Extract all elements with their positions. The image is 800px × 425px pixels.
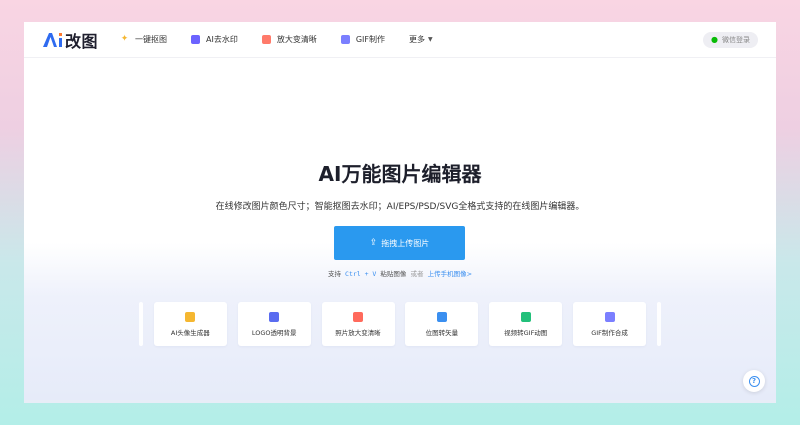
hint-shortcut: Ctrl + V xyxy=(345,270,377,278)
hint-prefix: 支持 xyxy=(327,270,341,278)
logo-text: 改图 xyxy=(65,31,99,51)
tool-card-vector[interactable]: 位图转矢量 xyxy=(405,302,479,346)
magic-star-icon: ✦ xyxy=(120,34,129,44)
upload-phone-link[interactable]: 上传手机图像> xyxy=(428,270,472,278)
nav-item-label: 放大变清晰 xyxy=(276,35,317,44)
gif-make-icon xyxy=(604,311,615,322)
tool-label: 照片放大变清晰 xyxy=(335,328,381,337)
nav-item-cutout[interactable]: ✦ 一键抠图 xyxy=(120,34,167,45)
tool-card-gif-make[interactable]: GIF制作合成 xyxy=(573,302,647,346)
tool-cards: AI头像生成器 LOGO透明背景 照片放大变清晰 位图转矢量 视频转GIF动图 … xyxy=(139,302,661,346)
tool-card-logo-transparent[interactable]: LOGO透明背景 xyxy=(237,302,311,346)
nav-item-label: 一键抠图 xyxy=(135,35,168,44)
login-label: 微信登录 xyxy=(722,35,750,44)
wechat-login-button[interactable]: ● 微信登录 xyxy=(703,31,758,48)
hint-paste: 粘贴图像 xyxy=(380,270,407,278)
tool-label: AI头像生成器 xyxy=(170,328,210,337)
nav-item-label: GIF制作 xyxy=(355,35,386,44)
nav-more-label: 更多 xyxy=(409,35,426,44)
upload-label: 拖拽上传图片 xyxy=(381,238,430,248)
tool-scroll-edge-left xyxy=(139,302,143,346)
ai-watermark-icon xyxy=(191,35,201,44)
help-icon: ? xyxy=(748,375,760,387)
avatar-icon xyxy=(185,311,196,322)
upload-button[interactable]: ⇪ 拖拽上传图片 xyxy=(334,226,465,260)
photo-enlarge-icon xyxy=(353,311,364,322)
enlarge-icon xyxy=(261,35,271,44)
top-navbar: 改图 ✦ 一键抠图 AI去水印 放大变清晰 GIF制作 更多 ▼ ● 微信登录 xyxy=(24,22,776,58)
tool-card-photo-enlarge[interactable]: 照片放大变清晰 xyxy=(321,302,395,346)
nav-item-gif[interactable]: GIF制作 xyxy=(340,34,386,45)
wechat-icon: ● xyxy=(711,35,718,44)
ai-logo-icon xyxy=(43,32,62,47)
tool-card-avatar[interactable]: AI头像生成器 xyxy=(153,302,227,346)
upload-icon: ⇪ xyxy=(369,238,378,248)
help-button[interactable]: ? xyxy=(743,370,765,392)
nav-item-label: AI去水印 xyxy=(206,35,238,44)
tool-label: LOGO透明背景 xyxy=(251,328,297,337)
page-title: AI万能图片编辑器 xyxy=(318,162,482,186)
caret-down-icon: ▼ xyxy=(428,36,433,43)
gif-icon xyxy=(340,35,350,44)
video-gif-icon xyxy=(520,311,531,322)
nav-more-dropdown[interactable]: 更多 ▼ xyxy=(409,34,433,45)
tool-label: GIF制作合成 xyxy=(591,328,628,337)
bottom-strip xyxy=(24,400,776,403)
tool-card-video-gif[interactable]: 视频转GIF动图 xyxy=(489,302,563,346)
vector-icon xyxy=(436,311,447,322)
app-window: 改图 ✦ 一键抠图 AI去水印 放大变清晰 GIF制作 更多 ▼ ● 微信登录 … xyxy=(24,22,776,400)
hero-section: AI万能图片编辑器 在线修改图片颜色尺寸；智能抠图去水印；AI/EPS/PSD/… xyxy=(24,58,776,400)
tool-label: 位图转矢量 xyxy=(425,328,459,337)
transparent-bg-icon xyxy=(269,311,280,322)
logo[interactable]: 改图 xyxy=(42,28,98,52)
tool-label: 视频转GIF动图 xyxy=(504,328,548,337)
page-subtitle: 在线修改图片颜色尺寸；智能抠图去水印；AI/EPS/PSD/SVG全格式支持的在… xyxy=(215,202,585,212)
upload-hint: 支持 Ctrl + V 粘贴图像 或者 上传手机图像> xyxy=(24,268,776,278)
tool-scroll-edge-right xyxy=(656,302,661,346)
hint-or: 或者 xyxy=(410,270,424,278)
nav-item-enlarge[interactable]: 放大变清晰 xyxy=(261,34,317,45)
nav-item-remove-watermark[interactable]: AI去水印 xyxy=(191,34,238,45)
